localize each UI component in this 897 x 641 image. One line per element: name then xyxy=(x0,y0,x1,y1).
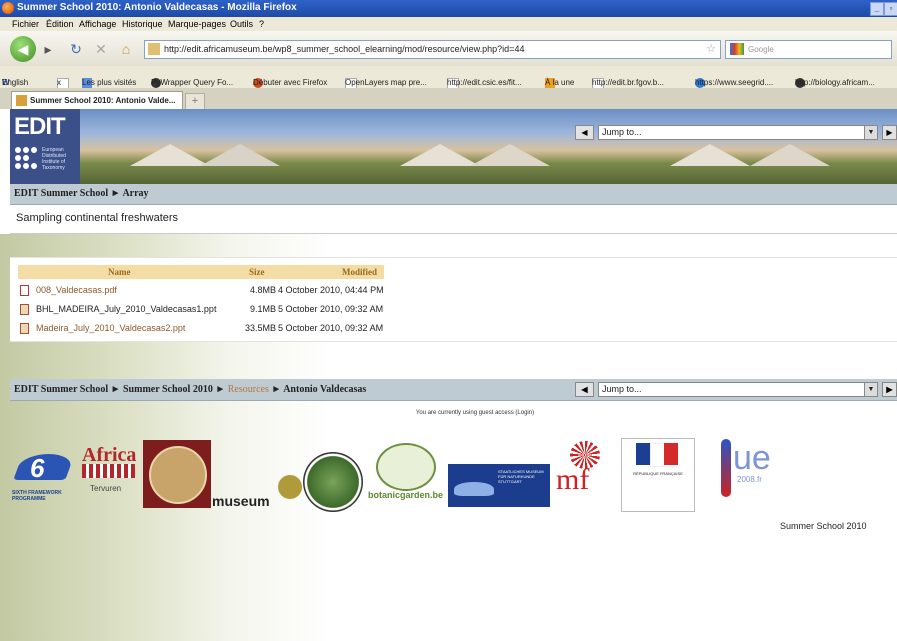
breadcrumb-separator-icon: ► xyxy=(110,384,123,395)
sixth-framework-logo[interactable]: 6 SIXTH FRAMEWORK PROGRAMME xyxy=(12,446,76,508)
footer-course-name[interactable]: Summer School 2010 xyxy=(780,521,867,531)
next-activity-button[interactable]: ▶ xyxy=(882,382,897,397)
restore-button[interactable]: ▫ xyxy=(884,2,897,16)
mf-logo[interactable]: mf xyxy=(556,441,604,507)
back-button[interactable]: ◀ xyxy=(10,36,36,62)
login-info[interactable]: You are currently using guest access (Lo… xyxy=(340,410,610,416)
museum-logo[interactable]: museum xyxy=(212,493,270,509)
window-title: Summer School 2010: Antonio Valdecasas -… xyxy=(17,2,297,13)
site-favicon xyxy=(148,43,160,55)
menu-affichage[interactable]: Affichage xyxy=(79,19,116,29)
firefox-icon xyxy=(2,2,14,14)
file-link[interactable]: BHL_MADEIRA_July_2010_Valdecasas1.ppt xyxy=(36,300,216,319)
address-bar[interactable]: http://edit.africamuseum.be/wp8_summer_s… xyxy=(144,40,721,59)
menu-bar: Fichier Édition Affichage Historique Mar… xyxy=(0,17,897,31)
bookmark-star-icon[interactable]: ☆ xyxy=(706,41,716,58)
reload-button[interactable]: ↻ xyxy=(66,39,86,59)
file-modified: 5 October 2010, 09:32 AM xyxy=(278,323,384,333)
page-title-bar: Sampling continental freshwaters xyxy=(10,205,897,234)
edit-logo[interactable]: EDIT European Distributed Institute of Taxo… xyxy=(10,109,80,184)
col-modified-header[interactable]: Modified xyxy=(342,265,377,279)
menu-marque-pages[interactable]: Marque-pages xyxy=(168,19,226,29)
minimize-button[interactable]: _ xyxy=(870,2,884,16)
menu-edition[interactable]: Édition xyxy=(46,19,74,29)
file-link[interactable]: 008_Valdecasas.pdf xyxy=(36,281,117,300)
dinosaur-icon xyxy=(278,475,302,499)
tree-icon xyxy=(376,443,436,491)
table-row: 008_Valdecasas.pdf 4.8MB 4 October 2010,… xyxy=(18,281,384,300)
table-row: Madeira_July_2010_Valdecasas2.ppt 33.5MB… xyxy=(18,319,384,338)
page-title: Sampling continental freshwaters xyxy=(16,212,179,224)
menu-historique[interactable]: Historique xyxy=(122,19,163,29)
file-modified: 5 October 2010, 09:32 AM xyxy=(278,304,384,314)
file-link[interactable]: Madeira_July_2010_Valdecasas2.ppt xyxy=(36,319,185,338)
chevron-down-icon: ▼ xyxy=(864,383,877,396)
portrait-seal-icon xyxy=(149,446,207,504)
nature-badge-logo[interactable] xyxy=(303,452,363,512)
col-size-header[interactable]: Size xyxy=(249,265,265,279)
navigation-toolbar: ◀ ▸ ↻ ✕ ⌂ http://edit.africamuseum.be/wp… xyxy=(0,31,897,66)
window-title-bar: Summer School 2010: Antonio Valdecasas -… xyxy=(0,0,897,17)
breadcrumb-separator-icon: ► xyxy=(215,384,228,395)
url-text: http://edit.africamuseum.be/wp8_summer_s… xyxy=(164,44,525,54)
stuttgart-museum-logo[interactable]: STAATLICHES MUSEUM FÜR NATURKUNDE STUTTG… xyxy=(448,464,550,507)
forward-button[interactable]: ▸ xyxy=(38,39,58,59)
google-icon xyxy=(730,43,744,55)
bookmarks-toolbar: W English x Les plus visités PyWrapper Q… xyxy=(0,66,897,90)
breadcrumb-current: Antonio Valdecasas xyxy=(283,384,367,395)
ppt-icon xyxy=(20,323,29,334)
search-placeholder: Google xyxy=(748,45,774,54)
tab-summer-school[interactable]: Summer School 2010: Antonio Valde... xyxy=(11,91,183,110)
breadcrumb-home-link[interactable]: EDIT Summer School xyxy=(14,188,108,199)
menu-fichier[interactable]: Fichier xyxy=(12,19,39,29)
logo-dots-icon xyxy=(15,147,39,177)
table-row: BHL_MADEIRA_July_2010_Valdecasas1.ppt 9.… xyxy=(18,300,384,319)
breadcrumb-resources-link[interactable]: Resources xyxy=(228,384,269,395)
page-content: EDIT European Distributed Institute of Taxo… xyxy=(0,109,897,641)
file-size: 9.1MB xyxy=(250,304,277,314)
tab-bar: Summer School 2010: Antonio Valde... + xyxy=(0,88,897,110)
logo-subtitle: European Distributed Institute of Taxonomy xyxy=(42,147,66,171)
africa-museum-logo[interactable]: Africa Tervuren xyxy=(82,444,137,502)
breadcrumb-bottom: EDIT Summer School ► Summer School 2010 … xyxy=(10,379,897,401)
tab-favicon xyxy=(16,95,27,106)
republique-francaise-logo[interactable]: RÉPUBLIQUE FRANÇAISE xyxy=(621,438,695,512)
seal-logo[interactable] xyxy=(143,440,211,508)
files-table: Name Size Modified 008_Valdecasas.pdf 4.… xyxy=(10,257,897,342)
menu-help[interactable]: ? xyxy=(259,19,264,29)
chevron-down-icon: ▼ xyxy=(864,126,877,139)
breadcrumb-current: Array xyxy=(122,188,149,199)
search-box[interactable]: Google xyxy=(725,40,892,59)
breadcrumb-separator-icon: ► xyxy=(110,188,123,199)
breadcrumb-course-link[interactable]: Summer School 2010 xyxy=(123,384,213,395)
botanic-garden-logo[interactable]: botanicgarden.be xyxy=(368,443,446,507)
table-header: Name Size Modified xyxy=(18,265,384,279)
next-activity-button[interactable]: ▶ xyxy=(882,125,897,140)
jump-to-select-bottom[interactable]: Jump to... ▼ xyxy=(598,382,878,397)
pdf-icon xyxy=(20,285,29,296)
ue-presidency-logo[interactable]: ue 2008.fr xyxy=(717,439,777,499)
prev-activity-button[interactable]: ◀ xyxy=(575,382,594,397)
prev-activity-button[interactable]: ◀ xyxy=(575,125,594,140)
breadcrumb-top: EDIT Summer School ► Array xyxy=(10,184,897,205)
new-tab-button[interactable]: + xyxy=(185,93,205,110)
breadcrumb-separator-icon: ► xyxy=(271,384,284,395)
africa-pattern-icon xyxy=(82,464,135,478)
ppt-icon xyxy=(20,304,29,315)
home-button[interactable]: ⌂ xyxy=(116,39,136,59)
menu-outils[interactable]: Outils xyxy=(230,19,253,29)
file-size: 4.8MB xyxy=(250,285,277,295)
fish-icon xyxy=(454,482,494,496)
stop-button[interactable]: ✕ xyxy=(91,39,111,59)
file-modified: 4 October 2010, 04:44 PM xyxy=(278,285,384,295)
flag-stripe-icon xyxy=(721,439,731,497)
breadcrumb-home-link[interactable]: EDIT Summer School xyxy=(14,384,108,395)
file-size: 33.5MB xyxy=(245,323,277,333)
col-name-header[interactable]: Name xyxy=(108,265,131,279)
jump-to-select-top[interactable]: Jump to... ▼ xyxy=(598,125,878,140)
header-banner: EDIT European Distributed Institute of Taxo… xyxy=(10,109,897,184)
